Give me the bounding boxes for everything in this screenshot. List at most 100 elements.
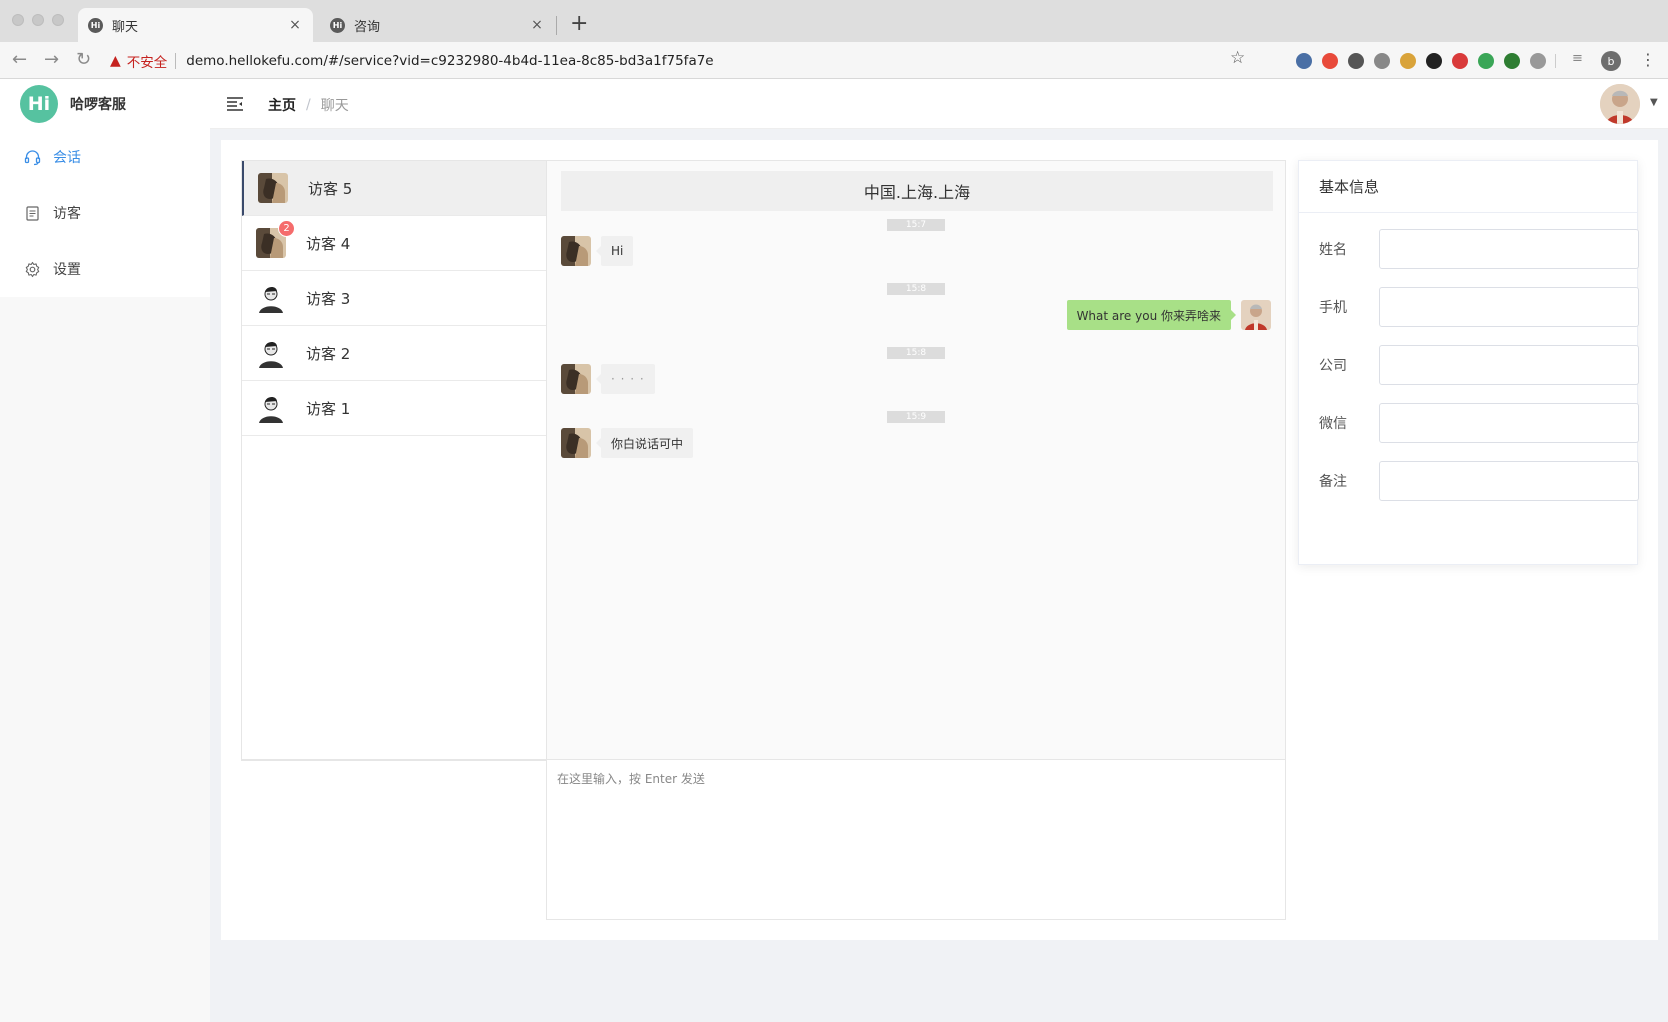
reading-list-icon[interactable]: ≡ bbox=[1572, 51, 1588, 67]
message-bubble: What are you 你来弄啥来 bbox=[1066, 300, 1237, 330]
back-arrow-icon[interactable]: ← bbox=[12, 48, 27, 72]
visitor-list-footer bbox=[241, 760, 546, 920]
visitor-list-item[interactable]: 2 访客 4 bbox=[242, 216, 546, 271]
browser-extension-icon[interactable] bbox=[1530, 53, 1546, 69]
sketch-avatar bbox=[256, 283, 286, 313]
visitor-list-item[interactable]: 访客 5 bbox=[242, 161, 546, 216]
typing-indicator: · · · · bbox=[596, 364, 655, 394]
window-close-button[interactable] bbox=[12, 14, 24, 26]
browser-extension-icon[interactable] bbox=[1374, 53, 1390, 69]
app-root: Hi 哈啰客服 会话 访客 设置 主页 / 聊天 ▼ 访客 5 2 访客 4 访… bbox=[0, 79, 1668, 1022]
close-icon[interactable]: × bbox=[529, 17, 545, 33]
browser-extension-icon[interactable] bbox=[1296, 53, 1312, 69]
field-name: 姓名 bbox=[1319, 229, 1639, 269]
info-panel-title: 基本信息 bbox=[1299, 161, 1637, 213]
close-icon[interactable]: × bbox=[287, 17, 303, 33]
browser-extension-icon[interactable] bbox=[1478, 53, 1494, 69]
breadcrumb-home[interactable]: 主页 bbox=[268, 95, 296, 115]
agent-avatar bbox=[1241, 300, 1271, 330]
browser-extension-icon[interactable] bbox=[1452, 53, 1468, 69]
url-text[interactable]: demo.hellokefu.com/#/service?vid=c923298… bbox=[186, 53, 713, 69]
phone-input[interactable] bbox=[1379, 287, 1639, 327]
bookmark-star-icon[interactable]: ☆ bbox=[1230, 48, 1245, 68]
company-input[interactable] bbox=[1379, 345, 1639, 385]
breadcrumb-current: 聊天 bbox=[320, 98, 349, 114]
visitor-info-panel: 基本信息 姓名 手机 公司 微信 备注 bbox=[1298, 160, 1639, 565]
reload-icon[interactable]: ↻ bbox=[76, 48, 91, 72]
logo[interactable]: Hi 哈啰客服 bbox=[0, 79, 210, 129]
tab-favicon: Hi bbox=[88, 17, 103, 33]
message-composer bbox=[546, 760, 1286, 920]
field-label: 姓名 bbox=[1319, 242, 1347, 258]
chat-location-header: 中国.上海.上海 bbox=[561, 171, 1273, 211]
menu-fold-icon[interactable] bbox=[226, 95, 244, 113]
visitor-name: 访客 1 bbox=[306, 399, 351, 418]
message-outgoing: What are you 你来弄啥来 bbox=[1066, 300, 1271, 330]
new-tab-button[interactable]: + bbox=[570, 10, 588, 38]
sidebar-item-label: 访客 bbox=[53, 206, 81, 222]
message-input[interactable] bbox=[547, 760, 1285, 919]
browser-extension-icon[interactable] bbox=[1504, 53, 1520, 69]
logo-text: 哈啰客服 bbox=[70, 97, 126, 113]
message-bubble: 你白说话可中 bbox=[595, 428, 694, 458]
visitor-name: 访客 3 bbox=[306, 289, 351, 308]
message-timestamp: 15:8 bbox=[887, 347, 945, 359]
visitor-avatar bbox=[561, 236, 591, 266]
browser-tab-bar: Hi 聊天 × Hi 咨询 × + bbox=[0, 0, 1668, 42]
browser-tab-consult[interactable]: Hi 咨询 × bbox=[320, 8, 555, 42]
extensions-divider bbox=[1555, 54, 1556, 68]
field-remark: 备注 bbox=[1319, 461, 1639, 501]
sidebar-item-label: 设置 bbox=[53, 262, 81, 278]
field-company: 公司 bbox=[1319, 345, 1639, 385]
user-avatar[interactable] bbox=[1600, 84, 1640, 124]
field-label: 微信 bbox=[1319, 416, 1347, 432]
visitor-avatar bbox=[561, 428, 591, 458]
message-timestamp: 15:8 bbox=[887, 283, 945, 295]
window-zoom-button[interactable] bbox=[52, 14, 64, 26]
browser-tab-chat[interactable]: Hi 聊天 × bbox=[78, 8, 313, 42]
chat-panel: 中国.上海.上海 15:7 Hi 15:8 What are you 你来弄啥来… bbox=[546, 160, 1286, 760]
field-wechat: 微信 bbox=[1319, 403, 1639, 443]
field-phone: 手机 bbox=[1319, 287, 1639, 327]
field-label: 公司 bbox=[1319, 358, 1347, 374]
sidebar-item-visitors[interactable]: 访客 bbox=[0, 185, 210, 241]
unread-badge: 2 bbox=[278, 220, 295, 237]
profile-avatar[interactable]: b bbox=[1601, 51, 1621, 71]
remark-input[interactable] bbox=[1379, 461, 1639, 501]
message-incoming: 你白说话可中 bbox=[561, 428, 694, 458]
sidebar-menu: 会话 访客 设置 bbox=[0, 129, 210, 297]
message-timestamp: 15:7 bbox=[887, 219, 945, 231]
top-header: 主页 / 聊天 ▼ bbox=[210, 79, 1668, 129]
browser-extension-icon[interactable] bbox=[1426, 53, 1442, 69]
window-minimize-button[interactable] bbox=[32, 14, 44, 26]
name-input[interactable] bbox=[1379, 229, 1639, 269]
security-label[interactable]: 不安全 bbox=[127, 51, 168, 71]
tab-title: 聊天 bbox=[112, 19, 139, 35]
tab-favicon: Hi bbox=[330, 17, 345, 33]
forward-arrow-icon[interactable]: → bbox=[44, 48, 59, 72]
warning-icon: ▲ bbox=[110, 52, 121, 69]
wechat-input[interactable] bbox=[1379, 403, 1639, 443]
message-incoming: Hi bbox=[561, 236, 634, 266]
address-divider bbox=[175, 52, 177, 69]
visitor-list-item[interactable]: 访客 2 bbox=[242, 326, 546, 381]
visitor-list-item[interactable]: 访客 1 bbox=[242, 381, 546, 436]
visitor-name: 访客 5 bbox=[308, 179, 353, 198]
sketch-avatar bbox=[256, 338, 286, 368]
message-incoming: · · · · bbox=[561, 364, 655, 394]
browser-extension-icon[interactable] bbox=[1348, 53, 1364, 69]
chevron-down-icon[interactable]: ▼ bbox=[1650, 97, 1658, 108]
logo-badge: Hi bbox=[20, 85, 58, 123]
sketch-avatar bbox=[256, 393, 286, 423]
more-menu-icon[interactable]: ⋮ bbox=[1640, 49, 1656, 71]
breadcrumb: 主页 / 聊天 bbox=[268, 95, 349, 115]
visitor-name: 访客 4 bbox=[306, 234, 351, 253]
visitor-list-item[interactable]: 访客 3 bbox=[242, 271, 546, 326]
browser-extension-icon[interactable] bbox=[1400, 53, 1416, 69]
browser-extension-icon[interactable] bbox=[1322, 53, 1338, 69]
tab-divider bbox=[556, 16, 557, 35]
sidebar-item-settings[interactable]: 设置 bbox=[0, 241, 210, 297]
address-bar[interactable]: ▲ 不安全 demo.hellokefu.com/#/service?vid=c… bbox=[110, 46, 1258, 75]
tab-title: 咨询 bbox=[354, 19, 381, 35]
sidebar-item-sessions[interactable]: 会话 bbox=[0, 129, 210, 185]
